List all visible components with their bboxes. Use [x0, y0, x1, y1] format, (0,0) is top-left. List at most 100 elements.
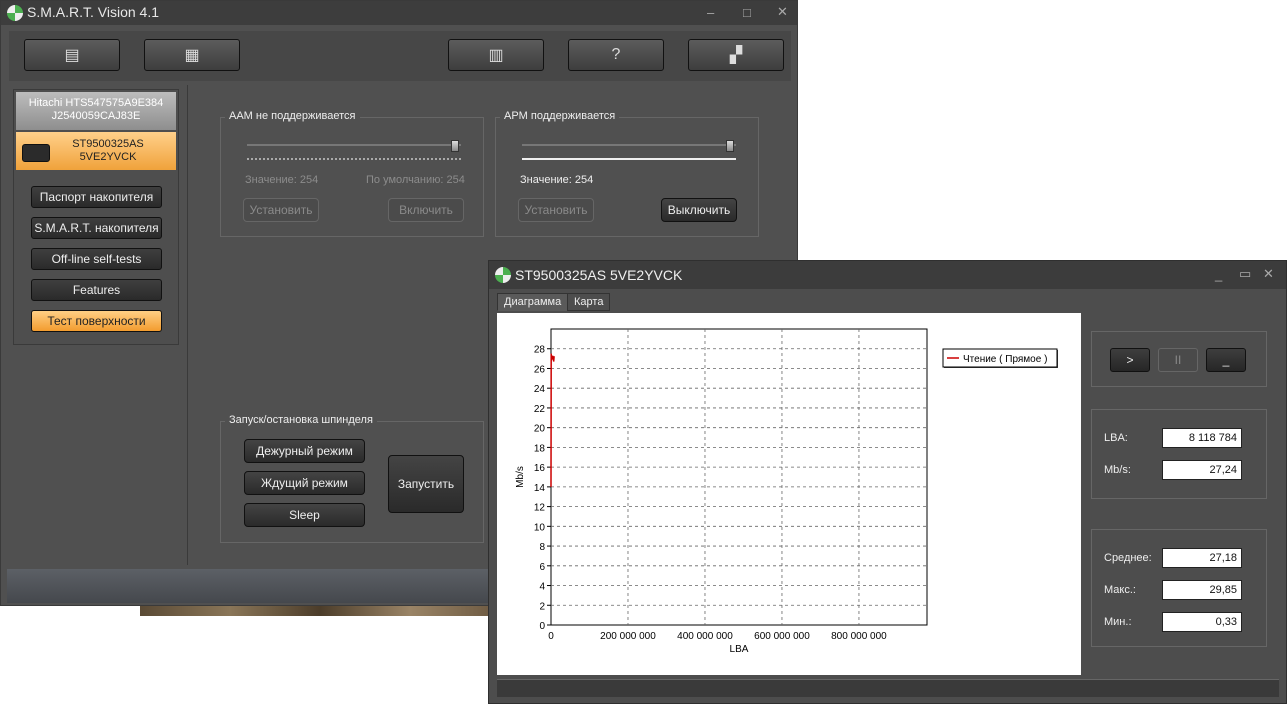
desktop-wallpaper-strip: [140, 606, 500, 616]
drive-item-hitachi[interactable]: Hitachi HTS547575A9E384 J2540059CAJ83E: [16, 92, 176, 130]
aam-enable-button[interactable]: Включить: [388, 198, 464, 222]
x-axis-label: LBA: [730, 644, 749, 655]
stats-box: Среднее: 27,18 Макс.: 29,85 Мин.: 0,33: [1091, 529, 1267, 647]
nav-smart[interactable]: S.M.A.R.T. накопителя: [31, 217, 162, 239]
drive-serial: 5VE2YVCK: [79, 151, 137, 163]
aam-value: Значение: 254: [245, 174, 319, 186]
y-tick-label: 10: [534, 522, 546, 533]
x-tick-label: 800 000 000: [831, 631, 887, 642]
scan-icon: ▦: [184, 47, 200, 64]
y-tick-label: 20: [534, 424, 546, 435]
spindle-label: Запуск/остановка шпинделя: [225, 414, 377, 426]
x-tick-label: 600 000 000: [754, 631, 810, 642]
legend-entry: Чтение ( Прямое ): [963, 354, 1047, 365]
save-report-button[interactable]: ▤: [24, 39, 120, 71]
help-button[interactable]: ?: [568, 39, 664, 71]
aam-slider-track: [247, 144, 461, 146]
y-tick-label: 16: [534, 463, 546, 474]
drive-model: ST9500325AS: [72, 138, 144, 150]
minimize-icon[interactable]: –: [707, 5, 714, 20]
y-tick-label: 2: [539, 601, 545, 612]
tab-diagram[interactable]: Диаграмма: [497, 293, 569, 311]
spindle-group: Запуск/остановка шпинделя Дежурный режим…: [220, 414, 484, 543]
test-control-panel: > II _ LBA: 8 118 784 Mb/s: 27,24 Средне…: [1081, 313, 1280, 675]
chart-panel: 0 200 000 000 400 000 000 600 000 000 800 00…: [497, 313, 1081, 675]
aam-slider-ticks: [247, 158, 461, 160]
y-tick-label: 8: [539, 542, 545, 553]
x-tick-label: 400 000 000: [677, 631, 733, 642]
aam-default: По умолчанию: 254: [366, 174, 465, 186]
save-report-icon: ▤: [64, 47, 80, 64]
sleep-button[interactable]: Sleep: [244, 503, 365, 527]
y-tick-label: 28: [534, 345, 546, 356]
drive-item-seagate[interactable]: ST9500325AS 5VE2YVCK: [16, 132, 176, 170]
y-tick-label: 14: [534, 483, 546, 494]
drive-serial: J2540059CAJ83E: [51, 110, 141, 122]
nav-features[interactable]: Features: [31, 279, 162, 301]
drive-model: Hitachi HTS547575A9E384: [28, 97, 164, 109]
position-box: LBA: 8 118 784 Mb/s: 27,24: [1091, 409, 1267, 499]
min-field: 0,33: [1162, 612, 1242, 632]
lba-label: LBA:: [1104, 432, 1128, 444]
exit-button[interactable]: ▞: [688, 39, 784, 71]
pause-button[interactable]: II: [1158, 348, 1198, 372]
mbs-label: Mb/s:: [1104, 464, 1131, 476]
close-icon[interactable]: ✕: [777, 4, 788, 20]
idle-button[interactable]: Ждущий режим: [244, 471, 365, 495]
mbs-field: 27,24: [1162, 460, 1242, 480]
y-tick-label: 6: [539, 562, 545, 573]
desktop-background: [0, 606, 500, 704]
standby-button[interactable]: Дежурный режим: [244, 439, 365, 463]
main-titlebar[interactable]: S.M.A.R.T. Vision 4.1 – □ ✕: [1, 1, 797, 25]
surface-test-window: ST9500325AS 5VE2YVCK _ ▭ ✕ Диаграмма Кар…: [488, 260, 1287, 704]
apm-set-button[interactable]: Установить: [518, 198, 594, 222]
sub-titlebar[interactable]: ST9500325AS 5VE2YVCK _ ▭ ✕: [489, 261, 1286, 289]
y-tick-label: 0: [539, 621, 545, 632]
avg-field: 27,18: [1162, 548, 1242, 568]
maximize-icon[interactable]: □: [743, 5, 751, 20]
sub-title: ST9500325AS 5VE2YVCK: [515, 267, 683, 283]
maximize-icon[interactable]: ▭: [1239, 266, 1251, 282]
y-tick-label: 4: [539, 582, 545, 593]
help-icon: ?: [611, 46, 621, 63]
min-label: Мин.:: [1104, 616, 1132, 628]
scan-button[interactable]: ▦: [144, 39, 240, 71]
max-field: 29,85: [1162, 580, 1242, 600]
apm-value: Значение: 254: [520, 174, 594, 186]
y-tick-label: 22: [534, 404, 546, 415]
y-tick-label: 12: [534, 503, 546, 514]
exit-icon: ▞: [729, 47, 743, 64]
manual-button[interactable]: ▥: [448, 39, 544, 71]
nav-offline-self-tests[interactable]: Off-line self-tests: [31, 248, 162, 270]
nav-surface-test[interactable]: Тест поверхности: [31, 310, 162, 332]
play-button[interactable]: >: [1110, 348, 1150, 372]
x-tick-label: 200 000 000: [600, 631, 656, 642]
hdd-icon: [22, 144, 50, 162]
stop-button[interactable]: _: [1206, 348, 1246, 372]
apm-slider-thumb[interactable]: [726, 140, 734, 152]
y-tick-label: 18: [534, 443, 546, 454]
aam-set-button[interactable]: Установить: [243, 198, 319, 222]
lba-field: 8 118 784: [1162, 428, 1242, 448]
aam-group: AAM не поддерживается Значение: 254 По у…: [220, 110, 484, 237]
close-icon[interactable]: ✕: [1263, 266, 1274, 282]
read-speed-chart: 0 200 000 000 400 000 000 600 000 000 800 00…: [515, 328, 1058, 655]
aam-slider-thumb[interactable]: [451, 140, 459, 152]
start-spindle-button[interactable]: Запустить: [388, 455, 464, 513]
app-logo-icon: [7, 5, 23, 21]
main-title: S.M.A.R.T. Vision 4.1: [27, 4, 160, 20]
nav-drive-passport[interactable]: Паспорт накопителя: [31, 186, 162, 208]
y-tick-label: 26: [534, 364, 546, 375]
aam-label: AAM не поддерживается: [225, 110, 360, 122]
apm-slider-track: [522, 144, 736, 146]
apm-disable-button[interactable]: Выключить: [661, 198, 737, 222]
x-tick-label: 0: [548, 631, 554, 642]
minimize-icon[interactable]: _: [1215, 267, 1222, 282]
apm-group: APM поддерживается Значение: 254 Установ…: [495, 110, 759, 237]
sub-status-bar: [497, 679, 1279, 697]
app-logo-icon: [495, 267, 511, 283]
apm-label: APM поддерживается: [500, 110, 620, 122]
plot-area: [550, 328, 928, 626]
tab-map[interactable]: Карта: [567, 293, 611, 311]
sidebar: Hitachi HTS547575A9E384 J2540059CAJ83E S…: [13, 89, 179, 345]
